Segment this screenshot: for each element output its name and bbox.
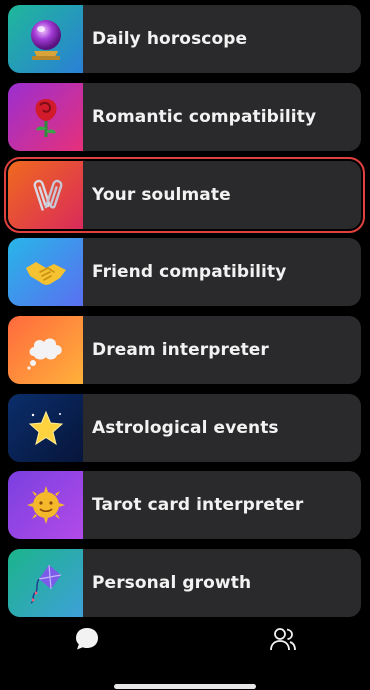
menu-item-label: Romantic compatibility [92,107,317,127]
menu-item-daily-horoscope[interactable]: Daily horoscope [8,5,361,73]
menu-item-dream-interpreter[interactable]: Dream interpreter [8,316,361,384]
kite-icon [8,549,83,617]
menu-item-tarot-card-interpreter[interactable]: Tarot card interpreter [8,471,361,539]
chat-bubble-icon[interactable] [70,622,104,656]
users-icon[interactable] [266,622,300,656]
menu-item-romantic-compatibility[interactable]: Romantic compatibility [8,83,361,151]
menu-item-label: Friend compatibility [92,262,287,282]
menu-item-label: Your soulmate [92,185,231,205]
menu-item-label: Astrological events [92,418,279,438]
paperclips-icon [8,161,83,229]
menu-item-label: Dream interpreter [92,340,269,360]
sun-face-icon [8,471,83,539]
crystal-ball-icon [8,5,83,73]
menu-item-astrological-events[interactable]: Astrological events [8,394,361,462]
bottom-tab-bar [0,616,370,660]
menu-item-your-soulmate[interactable]: Your soulmate [4,157,365,233]
menu-item-label: Daily horoscope [92,29,248,49]
handshake-icon [8,238,83,306]
rose-icon [8,83,83,151]
menu-item-label: Tarot card interpreter [92,495,304,515]
thought-cloud-icon [8,316,83,384]
home-indicator [114,684,256,689]
menu-item-label: Personal growth [92,573,252,593]
menu-item-friend-compatibility[interactable]: Friend compatibility [8,238,361,306]
menu-item-personal-growth[interactable]: Personal growth [8,549,361,617]
star-icon [8,394,83,462]
